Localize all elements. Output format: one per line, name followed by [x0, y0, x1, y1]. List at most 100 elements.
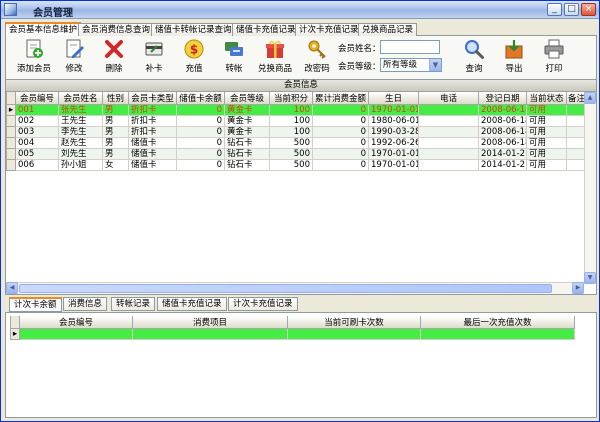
row-header[interactable] [6, 126, 16, 138]
horizontal-scroll-thumb[interactable] [19, 284, 552, 293]
redeem-goods-button[interactable]: 兑换商品 [252, 38, 298, 78]
column-header[interactable]: 备注 [566, 92, 584, 105]
delete-button[interactable]: 删除 [94, 38, 134, 78]
table-cell[interactable]: 2014-01-21 [478, 148, 527, 160]
member-level-select[interactable]: 所有等级 ▼ [380, 58, 442, 72]
table-row[interactable]: ▸ 001 张先生男折扣卡 0 黄金卡 100 0 1970-01-01 2008-06-18 可… [6, 104, 584, 116]
table-cell[interactable]: 500 [269, 159, 313, 171]
tab-member-consumption-query[interactable]: 会员消费信息查询 [78, 23, 155, 36]
table-cell[interactable]: 002 [15, 115, 59, 127]
column-header[interactable]: 消费项目 [132, 316, 288, 329]
table-cell[interactable]: 1970-01-01 [368, 104, 419, 116]
table-cell[interactable] [418, 137, 479, 149]
table-cell[interactable]: 0 [176, 159, 225, 171]
table-cell[interactable]: 折扣卡 [128, 104, 177, 116]
table-row[interactable]: 004 赵先生男储值卡 0 钻石卡 500 0 1992-06-26 2008-06-18 可用 [6, 137, 584, 149]
detail-cell[interactable] [19, 328, 133, 340]
column-header[interactable]: 性别 [102, 92, 129, 105]
table-cell[interactable]: 006 [15, 159, 59, 171]
column-header[interactable]: 会员姓名 [58, 92, 103, 105]
table-cell[interactable]: 钻石卡 [224, 148, 270, 160]
member-grid[interactable]: 会员编号 会员姓名 性别 会员卡类型 储值卡余额 会员等级 当前积分 累计消费金额 生日 电话 登记… [6, 92, 584, 284]
table-cell[interactable]: 0 [176, 126, 225, 138]
row-header[interactable]: ▸ [6, 104, 16, 116]
column-header[interactable]: 登记日期 [478, 92, 527, 105]
table-cell[interactable]: 可用 [526, 126, 567, 138]
table-cell[interactable]: 储值卡 [128, 148, 177, 160]
table-cell[interactable]: 1990-03-28 [368, 126, 419, 138]
change-password-button[interactable]: 改密码 [297, 38, 337, 78]
table-cell[interactable]: 可用 [526, 104, 567, 116]
transfer-button[interactable]: 转帐 [214, 38, 254, 78]
table-cell[interactable]: 0 [312, 148, 369, 160]
table-cell[interactable]: 男 [102, 148, 129, 160]
table-cell[interactable]: 500 [269, 137, 313, 149]
table-cell[interactable]: 折扣卡 [128, 115, 177, 127]
column-header[interactable]: 最后一次充值次数 [420, 316, 575, 329]
scroll-right-icon[interactable]: ▶ [572, 282, 584, 294]
table-cell[interactable] [566, 104, 584, 116]
table-cell[interactable]: 可用 [526, 137, 567, 149]
table-cell[interactable]: 2008-06-18 [478, 115, 527, 127]
table-cell[interactable] [418, 104, 479, 116]
table-cell[interactable]: 男 [102, 137, 129, 149]
chevron-down-icon[interactable]: ▼ [429, 59, 441, 71]
table-cell[interactable] [566, 115, 584, 127]
row-header[interactable] [6, 148, 16, 160]
column-header[interactable]: 生日 [368, 92, 419, 105]
table-cell[interactable]: 刘先生 [58, 148, 103, 160]
table-cell[interactable]: 100 [269, 126, 313, 138]
column-header[interactable]: 储值卡余额 [176, 92, 225, 105]
table-cell[interactable]: 500 [269, 148, 313, 160]
detail-cell[interactable] [287, 328, 421, 340]
row-header[interactable] [6, 159, 16, 171]
table-cell[interactable]: 0 [312, 137, 369, 149]
row-header[interactable] [6, 115, 16, 127]
detail-cell[interactable] [132, 328, 288, 340]
query-button[interactable]: 查询 [454, 38, 494, 78]
table-cell[interactable]: 0 [176, 104, 225, 116]
column-header[interactable]: 当前积分 [269, 92, 313, 105]
column-header[interactable]: 累计消费金额 [312, 92, 369, 105]
table-cell[interactable] [566, 159, 584, 171]
table-cell[interactable] [566, 126, 584, 138]
table-cell[interactable]: 0 [312, 159, 369, 171]
table-cell[interactable]: 2014-01-21 [478, 159, 527, 171]
table-cell[interactable] [418, 148, 479, 160]
tab-count-card-recharge[interactable]: 计次卡充值记录 [295, 23, 363, 36]
table-cell[interactable]: 孙小姐 [58, 159, 103, 171]
table-cell[interactable]: 2008-06-18 [478, 104, 527, 116]
column-header[interactable]: 会员编号 [19, 316, 133, 329]
column-header[interactable]: 电话 [418, 92, 479, 105]
table-cell[interactable]: 可用 [526, 148, 567, 160]
scroll-down-icon[interactable]: ▼ [584, 272, 596, 284]
table-cell[interactable]: 2008-06-18 [478, 126, 527, 138]
table-cell[interactable] [566, 148, 584, 160]
table-cell[interactable]: 黄金卡 [224, 126, 270, 138]
scroll-left-icon[interactable]: ◀ [6, 282, 18, 294]
member-grid-horizontal-scrollbar[interactable]: ◀ ▶ [6, 282, 584, 294]
minimize-button[interactable]: _ [547, 3, 562, 16]
table-cell[interactable]: 1980-06-01 [368, 115, 419, 127]
table-cell[interactable]: 0 [312, 104, 369, 116]
table-cell[interactable]: 储值卡 [128, 137, 177, 149]
column-header[interactable]: 当前状态 [526, 92, 567, 105]
column-header[interactable]: 会员等级 [224, 92, 270, 105]
table-cell[interactable]: 1970-01-01 [368, 159, 419, 171]
table-cell[interactable]: 男 [102, 104, 129, 116]
table-cell[interactable]: 0 [312, 126, 369, 138]
add-member-button[interactable]: 添加会员 [12, 38, 56, 78]
table-cell[interactable]: 1970-01-01 [368, 148, 419, 160]
table-cell[interactable]: 储值卡 [128, 159, 177, 171]
table-cell[interactable]: 王先生 [58, 115, 103, 127]
table-cell[interactable]: 黄金卡 [224, 115, 270, 127]
table-cell[interactable]: 钻石卡 [224, 137, 270, 149]
print-button[interactable]: 打印 [534, 38, 574, 78]
table-cell[interactable]: 1992-06-26 [368, 137, 419, 149]
table-cell[interactable] [418, 126, 479, 138]
table-cell[interactable]: 001 [15, 104, 59, 116]
scroll-up-icon[interactable]: ▲ [584, 92, 596, 104]
table-cell[interactable]: 005 [15, 148, 59, 160]
table-cell[interactable]: 赵先生 [58, 137, 103, 149]
maximize-button[interactable]: □ [564, 3, 579, 16]
